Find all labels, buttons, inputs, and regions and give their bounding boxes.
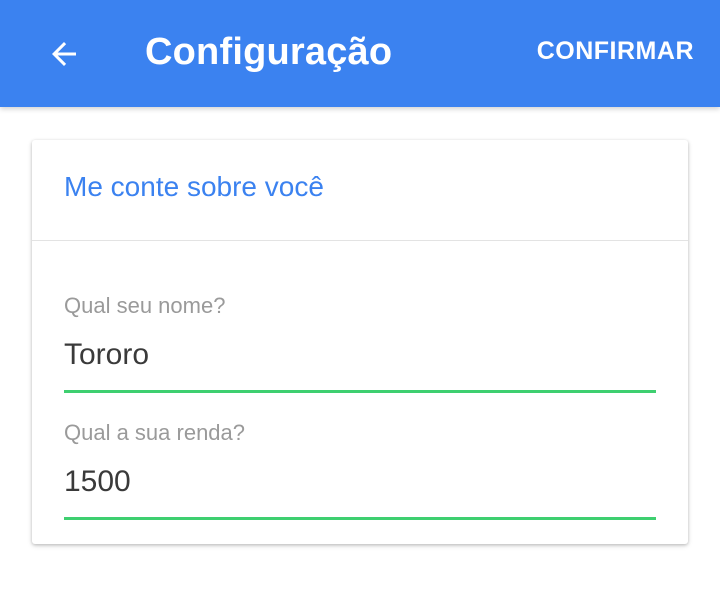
income-input[interactable]	[64, 462, 656, 502]
card-header: Me conte sobre você	[32, 140, 688, 241]
name-field-label: Qual seu nome?	[64, 293, 226, 318]
income-field-underline	[64, 517, 656, 520]
page-title: Configuração	[145, 31, 393, 73]
card-title: Me conte sobre você	[64, 171, 324, 202]
confirm-button[interactable]: CONFIRMAR	[537, 36, 694, 66]
back-button[interactable]	[38, 28, 90, 80]
name-field-underline	[64, 390, 656, 393]
profile-card: Me conte sobre você Qual seu nome? Qual …	[32, 140, 688, 544]
name-input[interactable]	[64, 335, 656, 375]
app-bar: Configuração CONFIRMAR	[0, 0, 720, 107]
arrow-left-icon	[52, 42, 76, 66]
income-field-label: Qual a sua renda?	[64, 420, 246, 445]
